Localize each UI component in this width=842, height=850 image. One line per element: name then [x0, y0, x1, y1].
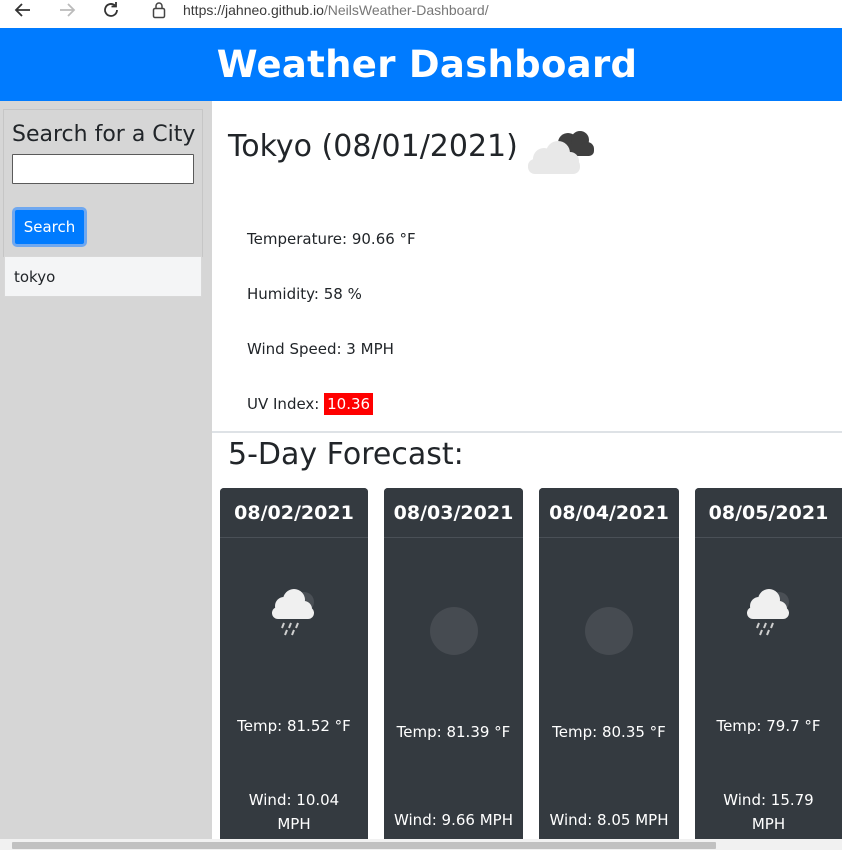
forecast-card: 08/04/2021 Temp: 80.35 °F Wind: 8.05 MPH	[539, 488, 679, 848]
missing-icon	[429, 607, 478, 655]
forecast-card: 08/05/2021 Temp: 79.7 °F Wind: 15.79 MPH	[695, 488, 842, 848]
forecast-temp: Temp: 80.35 °F	[552, 723, 666, 741]
broken-clouds-icon	[528, 131, 594, 174]
forecast-wind: Wind: 9.66 MPH	[394, 811, 513, 829]
forecast-date: 08/02/2021	[220, 488, 368, 538]
forecast-date: 08/03/2021	[384, 488, 523, 538]
forecast-wind: Wind: 8.05 MPH	[549, 811, 669, 829]
forecast-wind: Wind: 10.04 MPH	[248, 791, 340, 833]
search-button[interactable]: Search	[12, 207, 87, 247]
wind-speed-text: Wind Speed: 3 MPH	[247, 340, 394, 358]
forecast-temp: Temp: 81.52 °F	[237, 717, 351, 735]
reload-icon[interactable]	[98, 0, 124, 20]
forecast-temp: Temp: 79.7 °F	[716, 717, 821, 735]
current-city-title: Tokyo (08/01/2021)	[228, 129, 518, 164]
back-icon[interactable]	[10, 0, 36, 20]
forecast-temp: Temp: 81.39 °F	[396, 723, 511, 741]
page-title: Weather Dashboard	[216, 43, 638, 86]
horizontal-scrollbar[interactable]	[0, 839, 842, 850]
main-content: Tokyo (08/01/2021) Temperature: 90.66 °F…	[212, 101, 842, 850]
url-host: https://jahneo.github.io	[183, 2, 324, 18]
forward-icon[interactable]	[54, 0, 80, 20]
forecast-date: 08/05/2021	[695, 488, 842, 538]
divider	[212, 431, 842, 433]
url-path: /NeilsWeather-Dashboard/	[323, 2, 489, 18]
search-panel: Search for a City Search	[3, 109, 203, 257]
rain-icon	[746, 589, 789, 636]
rain-icon	[272, 589, 314, 636]
forecast-title: 5-Day Forecast:	[228, 437, 464, 472]
temperature-text: Temperature: 90.66 °F	[247, 230, 416, 248]
lock-icon[interactable]	[152, 1, 166, 19]
forecast-date: 08/04/2021	[539, 488, 679, 538]
scrollbar-thumb[interactable]	[12, 842, 716, 849]
history-item-tokyo[interactable]: tokyo	[4, 256, 202, 297]
city-search-input[interactable]	[12, 154, 194, 184]
humidity-text: Humidity: 58 %	[247, 285, 362, 303]
missing-icon	[585, 607, 633, 655]
forecast-wind: Wind: 15.79 MPH	[723, 791, 814, 833]
sidebar: Search for a City Search tokyo	[0, 101, 212, 850]
uv-index-badge: 10.36	[324, 393, 374, 415]
forecast-card: 08/03/2021 Temp: 81.39 °F Wind: 9.66 MPH	[384, 488, 523, 848]
address-bar[interactable]: https://jahneo.github.io/NeilsWeather-Da…	[183, 1, 489, 19]
uv-index-label: UV Index:	[247, 395, 325, 413]
browser-toolbar: https://jahneo.github.io/NeilsWeather-Da…	[0, 0, 842, 28]
page-header: Weather Dashboard	[0, 28, 842, 101]
uv-index-row: UV Index: 10.36	[247, 393, 374, 415]
search-title: Search for a City	[12, 122, 196, 147]
forecast-card: 08/02/2021 Temp: 81.52 °F Wind: 10.04 MP…	[220, 488, 368, 848]
